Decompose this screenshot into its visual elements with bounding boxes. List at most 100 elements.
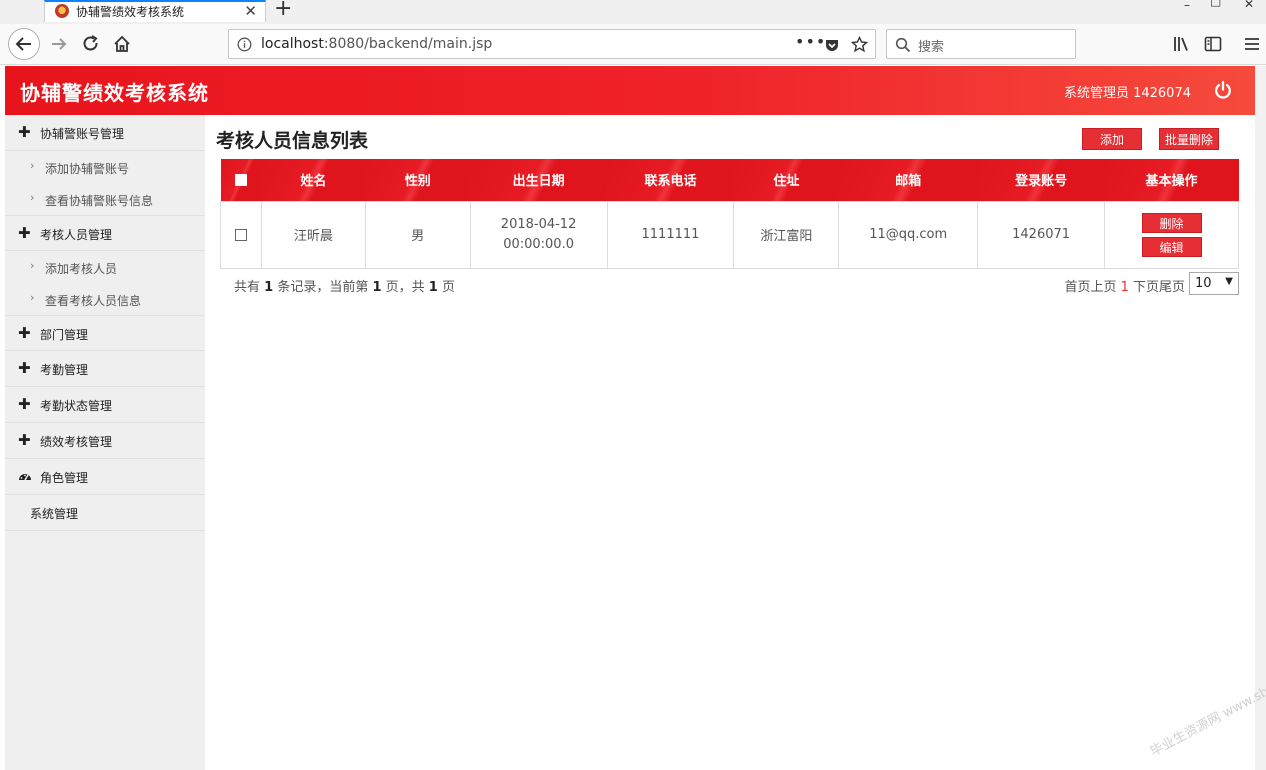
library-icon[interactable] (1172, 34, 1192, 54)
more-actions-icon[interactable]: ••• (795, 32, 826, 51)
search-field[interactable]: 搜索 (886, 29, 1076, 59)
app-brand: 协辅警绩效考核系统 (20, 81, 209, 105)
search-icon (895, 37, 911, 53)
sidebar-toggle-icon[interactable] (1203, 34, 1223, 54)
column-header-address: 住址 (733, 159, 839, 201)
current-page: 1 (372, 280, 382, 295)
column-header-account: 登录账号 (977, 159, 1105, 201)
delete-button[interactable]: 删除 (1141, 212, 1202, 233)
sidebar-item-label: 协辅警账号管理 (40, 127, 125, 141)
sidebar-item-label: 考核人员管理 (40, 228, 113, 242)
edit-button[interactable]: 编辑 (1141, 236, 1202, 257)
first-prev-links[interactable]: 首页上页 (1064, 280, 1120, 295)
page-size-select[interactable]: 10 ▼ (1189, 272, 1239, 295)
pager-text: 页 (437, 280, 455, 295)
add-button[interactable]: 添加 (1082, 128, 1142, 150)
cell-phone: 1111111 (606, 200, 735, 269)
sidebar-item-role-management[interactable]: 角色管理 (5, 459, 205, 495)
sidebar-item-label: 考勤管理 (40, 363, 89, 377)
dashboard-icon (19, 474, 31, 481)
sidebar-item-assist-police-accounts[interactable]: ✚ 协辅警账号管理 (5, 115, 205, 151)
row-checkbox[interactable] (234, 228, 247, 241)
column-header-actions: 基本操作 (1104, 159, 1239, 201)
sidebar-item-system-management[interactable]: 系统管理 (5, 495, 205, 531)
chevron-down-icon: ▼ (1225, 276, 1233, 287)
next-last-links[interactable]: 下页尾页 (1129, 280, 1185, 295)
cell-email: 11@qq.com (838, 200, 979, 269)
sidebar-subitem-label: 查看协辅警账号信息 (45, 194, 154, 208)
plus-icon: ✚ (18, 359, 31, 377)
pocket-icon[interactable] (824, 37, 840, 53)
sidebar: ✚ 协辅警账号管理 › 添加协辅警账号 › 查看协辅警账号信息 ✚ 考核人员管理… (5, 115, 205, 770)
browser-tab[interactable]: 协辅警绩效考核系统 ✕ (44, 0, 266, 22)
batch-delete-button[interactable]: 批量删除 (1159, 128, 1219, 150)
sidebar-subitem-add-assessor[interactable]: › 添加考核人员 (5, 251, 205, 283)
sidebar-subitem-view-assessors[interactable]: › 查看考核人员信息 (5, 283, 205, 315)
sidebar-subitem-add-assist-police-account[interactable]: › 添加协辅警账号 (5, 151, 205, 183)
url-bar[interactable]: localhost:8080/backend/main.jsp ••• (228, 29, 876, 59)
page-scrollbar[interactable] (1255, 66, 1266, 770)
select-all-checkbox[interactable] (234, 173, 247, 186)
sidebar-item-label: 部门管理 (40, 328, 89, 342)
plus-icon: ✚ (18, 431, 31, 449)
plus-icon: ✚ (18, 324, 31, 342)
pager-text: 共有 (234, 280, 265, 295)
home-icon[interactable] (112, 34, 132, 54)
tab-close-icon[interactable]: ✕ (244, 2, 257, 20)
select-all-cell (220, 159, 262, 201)
page-number-link[interactable]: 1 (1121, 280, 1129, 295)
sidebar-item-assessor-management[interactable]: ✚ 考核人员管理 (5, 215, 205, 251)
info-icon[interactable] (237, 37, 252, 52)
plus-icon: ✚ (18, 123, 31, 141)
maximize-icon[interactable]: □ (1210, 0, 1221, 8)
new-tab-icon[interactable]: + (274, 0, 292, 21)
page-title: 考核人员信息列表 (216, 130, 369, 152)
menu-icon[interactable] (1242, 34, 1262, 54)
minimize-icon[interactable]: – (1184, 0, 1190, 12)
page-count: 1 (428, 280, 438, 295)
sidebar-item-performance-management[interactable]: ✚ 绩效考核管理 (5, 423, 205, 459)
column-header-name: 姓名 (261, 159, 366, 201)
back-button[interactable] (8, 28, 40, 60)
app-header: 协辅警绩效考核系统 系统管理员 1426074 (5, 66, 1255, 115)
page-size-value: 10 (1195, 276, 1212, 291)
pager-text: 条记录，当前第 (273, 280, 373, 295)
tab-title: 协辅警绩效考核系统 (76, 5, 185, 19)
forward-icon[interactable] (49, 34, 69, 54)
cell-birth-date: 2018-04-12 00:00:00.0 (469, 200, 608, 269)
sidebar-item-attendance-status-management[interactable]: ✚ 考勤状态管理 (5, 387, 205, 423)
column-header-email: 邮箱 (838, 159, 978, 201)
sidebar-subitem-label: 添加考核人员 (45, 262, 118, 276)
plus-icon: ✚ (18, 395, 31, 413)
column-header-birth-date: 出生日期 (470, 159, 608, 201)
sidebar-item-label: 绩效考核管理 (40, 435, 113, 449)
column-header-phone: 联系电话 (607, 159, 734, 201)
assessor-table: 姓名 性别 出生日期 联系电话 住址 邮箱 登录账号 基本操作 汪昕晨 男 20… (220, 159, 1239, 269)
table-header-row: 姓名 性别 出生日期 联系电话 住址 邮箱 登录账号 基本操作 (220, 159, 1239, 201)
browser-tab-bar: 协辅警绩效考核系统 ✕ + – □ ✕ (0, 0, 1266, 24)
birth-time-text: 00:00:00.0 (503, 236, 574, 252)
window-close-icon[interactable]: ✕ (1244, 0, 1254, 11)
sidebar-subitem-label: 查看考核人员信息 (45, 294, 142, 308)
sidebar-subitem-label: 添加协辅警账号 (45, 162, 130, 176)
pager-text: 页，共 (381, 280, 429, 295)
chevron-right-icon: › (30, 159, 35, 172)
sidebar-item-label: 考勤状态管理 (40, 399, 113, 413)
site-favicon-icon (55, 4, 69, 18)
power-icon[interactable] (1213, 80, 1233, 100)
plus-icon: ✚ (18, 224, 31, 242)
chevron-right-icon: › (30, 291, 35, 304)
cell-address: 浙江富阳 (733, 200, 840, 269)
sidebar-item-department-management[interactable]: ✚ 部门管理 (5, 315, 205, 351)
sidebar-item-label: 角色管理 (40, 471, 89, 485)
cell-gender: 男 (364, 200, 471, 269)
sidebar-subitem-view-assist-police-accounts[interactable]: › 查看协辅警账号信息 (5, 183, 205, 215)
pager-navigation: 首页上页 1 下页尾页 (1064, 276, 1185, 295)
browser-nav-bar: localhost:8080/backend/main.jsp ••• 搜索 (0, 24, 1266, 65)
sidebar-item-attendance-management[interactable]: ✚ 考勤管理 (5, 351, 205, 387)
bookmark-star-icon[interactable] (851, 36, 868, 53)
url-host: localhost (261, 36, 324, 52)
cell-name: 汪昕晨 (260, 200, 366, 269)
current-user: 系统管理员 1426074 (1063, 86, 1191, 101)
reload-icon[interactable] (81, 34, 101, 54)
